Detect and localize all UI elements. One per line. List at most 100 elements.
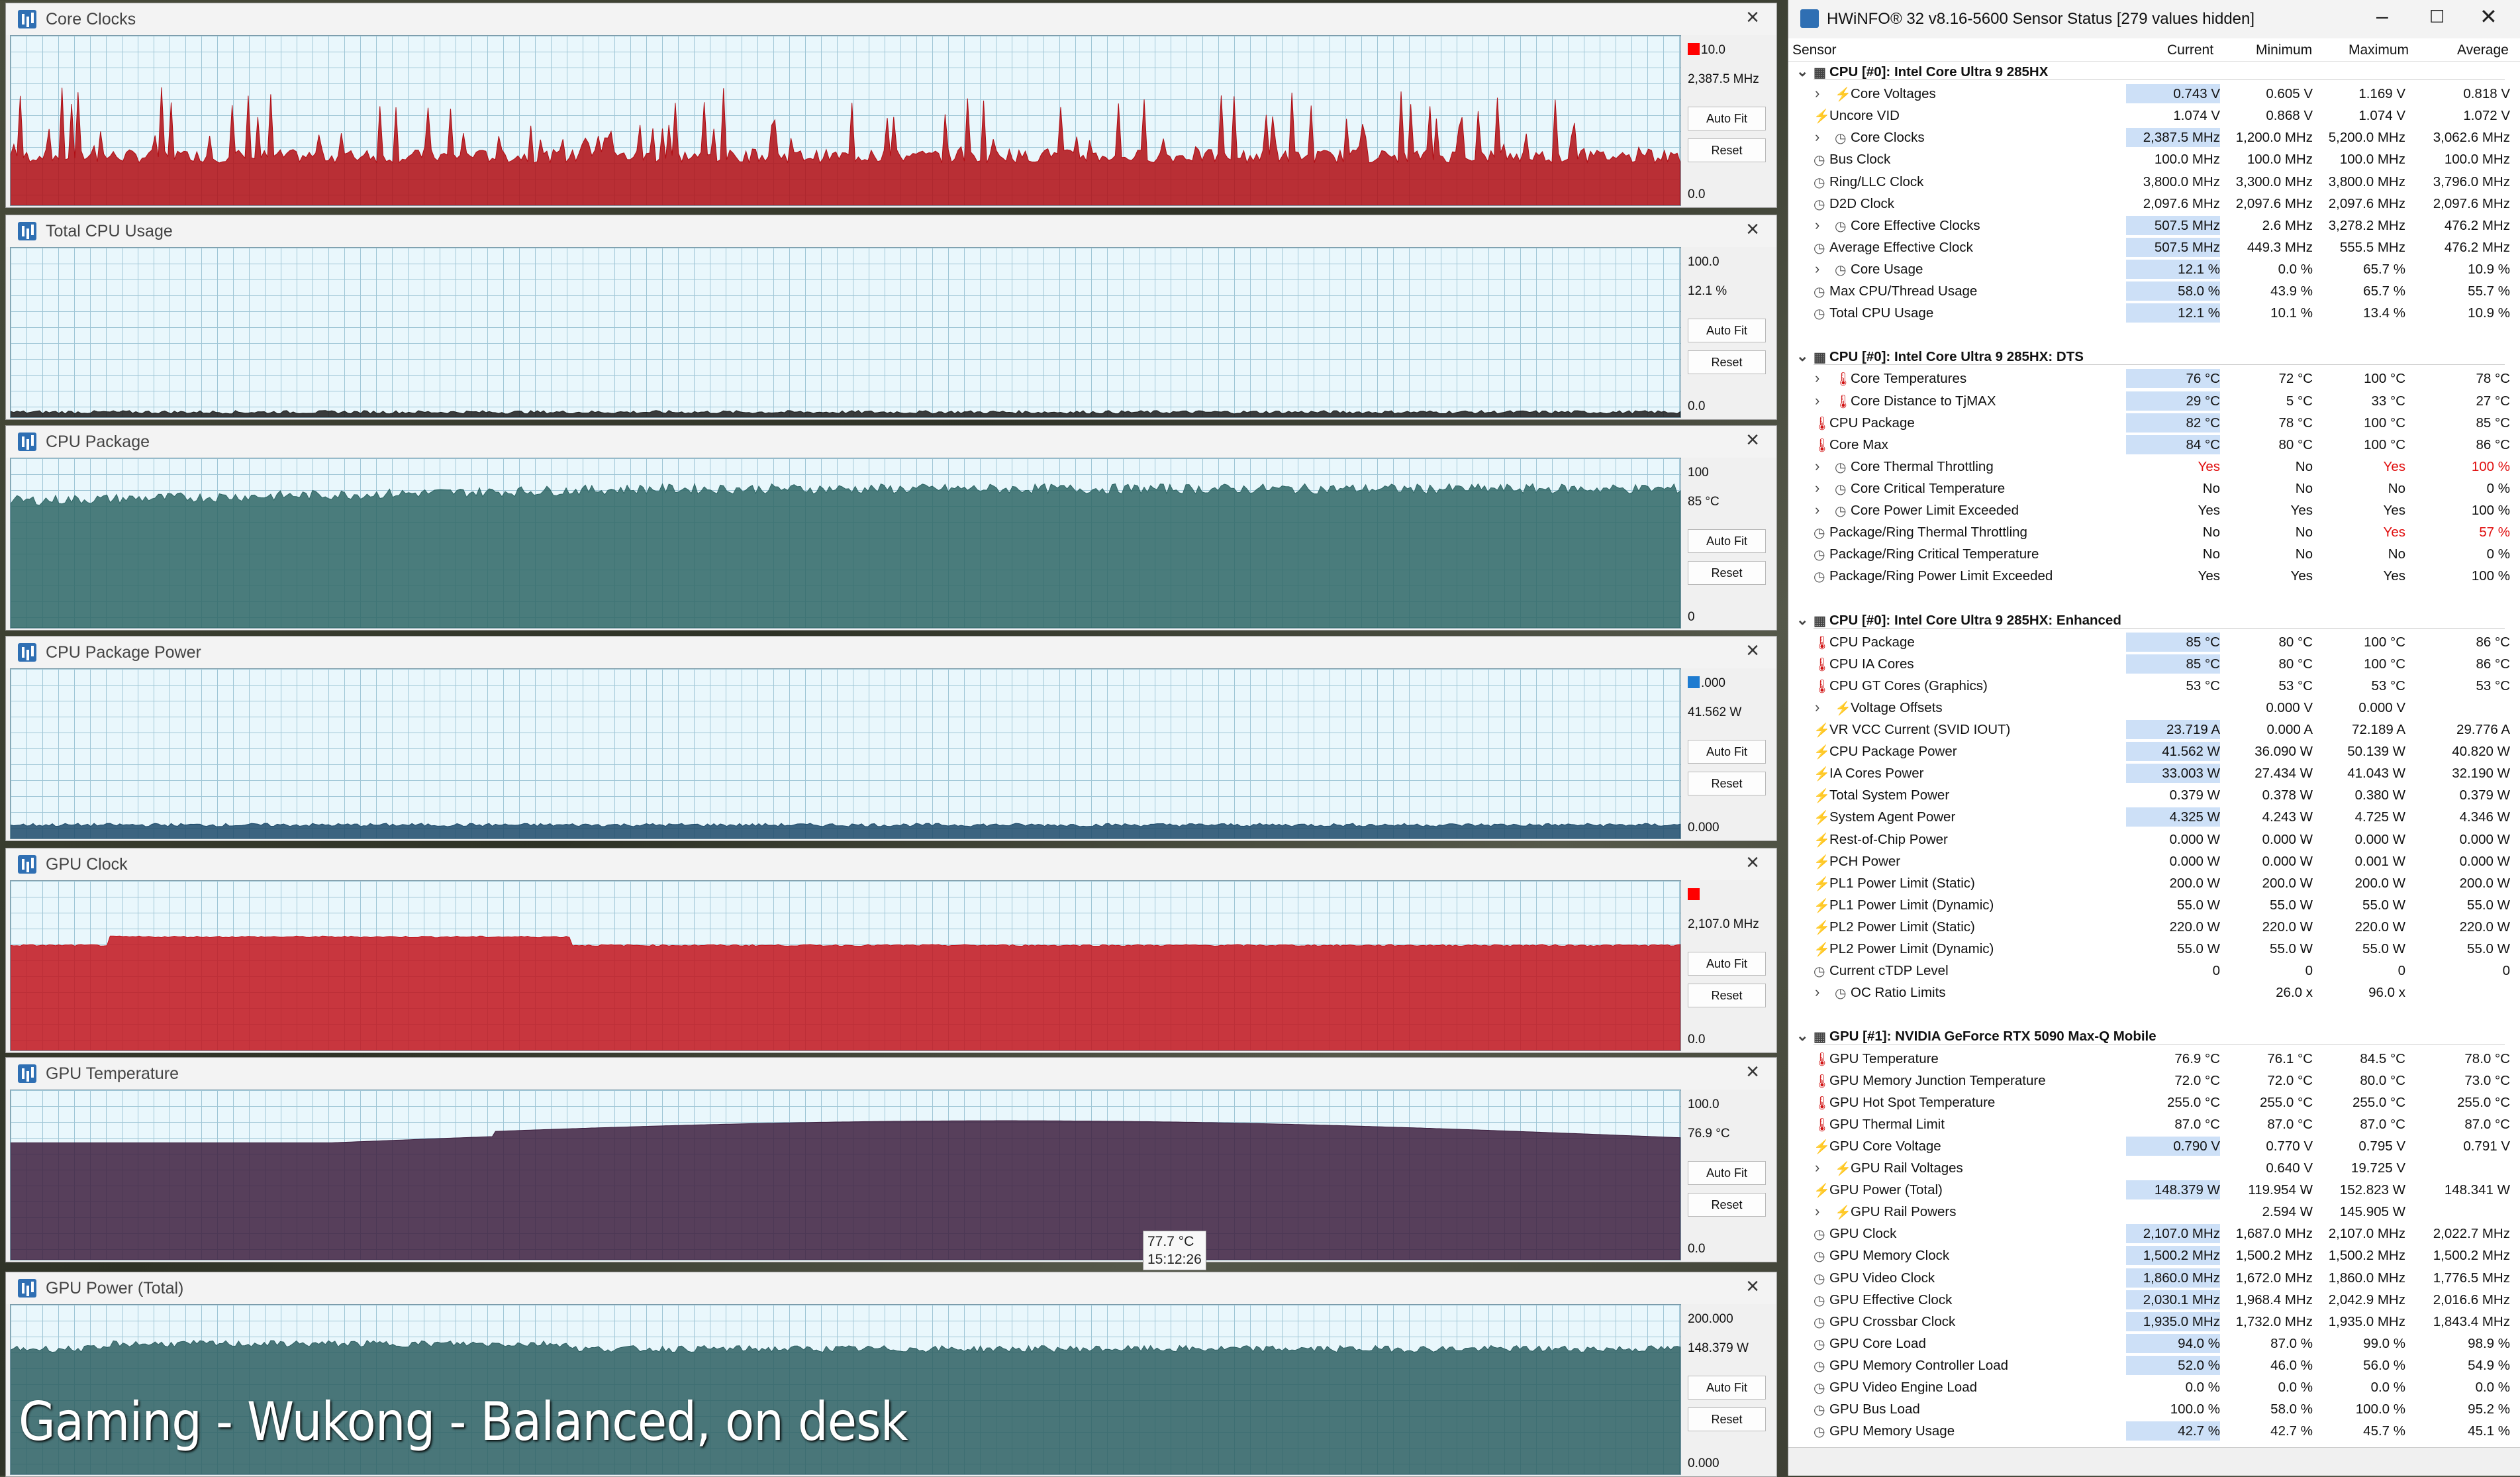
sensor-group[interactable]: ⌄ ▦ GPU [#1]: NVIDIA GeForce RTX 5090 Max-… — [1788, 1025, 2514, 1047]
graph-window[interactable]: CPU Package Power × .000 41.562 W Auto Fit Re… — [5, 636, 1777, 841]
sensor-row[interactable]: ◷ GPU Crossbar Clock 1,935.0 MHz 1,732.0 MH… — [1788, 1311, 2514, 1333]
expand-chevron-icon[interactable]: › — [1815, 370, 1819, 387]
sensor-row[interactable]: 🌡 GPU Thermal Limit 87.0 °C 87.0 °C 87.0 °C 8… — [1788, 1113, 2514, 1135]
sensor-row[interactable]: ◷ GPU Video Engine Load 0.0 % 0.0 % 0.0 % 0.0… — [1788, 1376, 2514, 1398]
auto-fit-button[interactable]: Auto Fit — [1688, 1376, 1766, 1400]
sensor-row[interactable]: ◷ GPU Bus Load 100.0 % 58.0 % 100.0 % 95.2 % — [1788, 1398, 2514, 1420]
graph-window[interactable]: Core Clocks × 10.0 2,387.5 MHz Auto Fit Reset… — [5, 3, 1777, 208]
auto-fit-button[interactable]: Auto Fit — [1688, 1161, 1766, 1185]
sensor-row[interactable]: ◷ Package/Ring Power Limit Exceeded Yes Yes… — [1788, 565, 2514, 587]
collapse-chevron-icon[interactable]: ⌄ — [1796, 611, 1808, 629]
sensor-row[interactable]: ◷ GPU Video Clock 1,860.0 MHz 1,672.0 MHz 1,… — [1788, 1267, 2514, 1289]
series-color-swatch[interactable] — [1688, 43, 1700, 55]
reset-button[interactable]: Reset — [1688, 772, 1766, 795]
graph-window[interactable]: Total CPU Usage × 100.0 12.1 % Auto Fit Reset… — [5, 215, 1777, 420]
auto-fit-button[interactable]: Auto Fit — [1688, 952, 1766, 976]
sensor-row[interactable]: ◷ Max CPU/Thread Usage 58.0 % 43.9 % 65.7 % 5… — [1788, 280, 2514, 302]
sensor-row[interactable]: ◷ Package/Ring Thermal Throttling No No Yes 5… — [1788, 521, 2514, 543]
sensor-row[interactable]: ⚡ PL2 Power Limit (Dynamic) 55.0 W 55.0 W 55… — [1788, 938, 2514, 960]
auto-fit-button[interactable]: Auto Fit — [1688, 107, 1766, 130]
sensor-row[interactable]: › 🌡 Core Temperatures 76 °C 72 °C 100 °C 78 °C — [1788, 368, 2514, 389]
close-icon[interactable]: × — [1746, 6, 1759, 28]
reset-button[interactable]: Reset — [1688, 138, 1766, 162]
col-average[interactable]: Average — [2457, 42, 2509, 58]
sensor-row[interactable]: ⚡ Uncore VID 1.074 V 0.868 V 1.074 V 1.072 V — [1788, 105, 2514, 127]
reset-button[interactable]: Reset — [1688, 1407, 1766, 1431]
sensor-row[interactable]: › ⚡ GPU Rail Powers 2.594 W 145.905 W — [1788, 1201, 2514, 1223]
sensor-group[interactable]: ⌄ ▦ CPU [#0]: Intel Core Ultra 9 285HX: En… — [1788, 609, 2514, 631]
sensor-row[interactable]: ⚡ VR VCC Current (SVID IOUT) 23.719 A 0.000… — [1788, 719, 2514, 740]
collapse-chevron-icon[interactable]: ⌄ — [1796, 348, 1808, 365]
collapse-chevron-icon[interactable]: ⌄ — [1796, 63, 1808, 80]
sensor-row[interactable]: ◷ GPU Memory Clock 1,500.2 MHz 1,500.2 MHz 1… — [1788, 1245, 2514, 1266]
sensor-row[interactable]: ◷ GPU Clock 2,107.0 MHz 1,687.0 MHz 2,107.0 … — [1788, 1223, 2514, 1245]
sensor-row[interactable]: ◷ GPU Memory Controller Load 52.0 % 46.0 % 5… — [1788, 1354, 2514, 1376]
sensor-row[interactable]: ⚡ IA Cores Power 33.003 W 27.434 W 41.043 W 3… — [1788, 762, 2514, 784]
graph-window[interactable]: CPU Package × 100 85 °C Auto Fit Reset 0 — [5, 425, 1777, 631]
graph-window[interactable]: GPU Temperature × 100.0 76.9 °C Auto Fit Rese… — [5, 1057, 1777, 1262]
series-color-swatch[interactable] — [1688, 676, 1700, 688]
sensor-row[interactable]: › ◷ OC Ratio Limits 26.0 x 96.0 x — [1788, 982, 2514, 1003]
sensor-row[interactable]: ◷ D2D Clock 2,097.6 MHz 2,097.6 MHz 2,097.6 … — [1788, 193, 2514, 215]
sensor-row[interactable]: ◷ Current cTDP Level 0 0 0 0 — [1788, 960, 2514, 982]
sensor-row[interactable]: › ⚡ GPU Rail Voltages 0.640 V 19.725 V — [1788, 1157, 2514, 1179]
col-current[interactable]: Current — [2167, 42, 2213, 58]
graph-window[interactable]: GPU Clock × 2,107.0 MHz Auto Fit Reset 0.0 — [5, 848, 1777, 1053]
expand-chevron-icon[interactable]: › — [1815, 458, 1819, 475]
reset-button[interactable]: Reset — [1688, 350, 1766, 374]
sensor-row[interactable]: ⚡ Total System Power 0.379 W 0.378 W 0.380 W… — [1788, 784, 2514, 806]
close-icon[interactable]: × — [1746, 218, 1759, 240]
sensor-row[interactable]: ⚡ System Agent Power 4.325 W 4.243 W 4.725 W… — [1788, 806, 2514, 828]
collapse-chevron-icon[interactable]: ⌄ — [1796, 1027, 1808, 1044]
expand-chevron-icon[interactable]: › — [1815, 1159, 1819, 1176]
sensor-row[interactable]: ⚡ GPU Core Voltage 0.790 V 0.770 V 0.795 V 0.… — [1788, 1135, 2514, 1157]
sensor-row[interactable]: 🌡 GPU Memory Junction Temperature 72.0 °C 7… — [1788, 1070, 2514, 1092]
sensor-row[interactable]: › ⚡ Voltage Offsets 0.000 V 0.000 V — [1788, 697, 2514, 719]
sensor-row[interactable]: 🌡 CPU IA Cores 85 °C 80 °C 100 °C 86 °C — [1788, 653, 2514, 675]
sensor-row[interactable]: › ◷ Core Power Limit Exceeded Yes Yes Yes 100 … — [1788, 499, 2514, 521]
col-minimum[interactable]: Minimum — [2256, 42, 2312, 58]
sensor-row[interactable]: ◷ GPU Effective Clock 2,030.1 MHz 1,968.4 M… — [1788, 1289, 2514, 1311]
close-icon[interactable]: × — [1746, 851, 1759, 874]
expand-chevron-icon[interactable]: › — [1815, 85, 1819, 102]
col-maximum[interactable]: Maximum — [2349, 42, 2409, 58]
auto-fit-button[interactable]: Auto Fit — [1688, 740, 1766, 764]
maximize-button[interactable]: ☐ — [2429, 7, 2445, 27]
reset-button[interactable]: Reset — [1688, 984, 1766, 1007]
expand-chevron-icon[interactable]: › — [1815, 984, 1819, 1001]
sensor-group[interactable]: ⌄ ▦ CPU [#0]: Intel Core Ultra 9 285HX: DT… — [1788, 346, 2514, 368]
sensor-row[interactable]: › ⚡ Core Voltages 0.743 V 0.605 V 1.169 V 0.81… — [1788, 83, 2514, 105]
sensor-row[interactable]: ⚡ PL1 Power Limit (Dynamic) 55.0 W 55.0 W 55… — [1788, 894, 2514, 916]
sensor-row[interactable]: 🌡 Core Max 84 °C 80 °C 100 °C 86 °C — [1788, 434, 2514, 456]
close-icon[interactable]: × — [1746, 1060, 1759, 1083]
sensor-row[interactable]: ⚡ Rest-of-Chip Power 0.000 W 0.000 W 0.000 W… — [1788, 829, 2514, 850]
sensor-row[interactable]: › ◷ Core Usage 12.1 % 0.0 % 65.7 % 10.9 % — [1788, 258, 2514, 280]
expand-chevron-icon[interactable]: › — [1815, 1203, 1819, 1220]
close-button[interactable]: ✕ — [2480, 4, 2497, 29]
sensor-group[interactable]: ⌄ ▦ CPU [#0]: Intel Core Ultra 9 285HX — [1788, 61, 2514, 83]
sensor-row[interactable]: 🌡 CPU Package 85 °C 80 °C 100 °C 86 °C — [1788, 631, 2514, 653]
expand-chevron-icon[interactable]: › — [1815, 217, 1819, 234]
sensor-row[interactable]: ◷ Ring/LLC Clock 3,800.0 MHz 3,300.0 MHz 3,8… — [1788, 171, 2514, 193]
col-sensor[interactable]: Sensor — [1792, 42, 1837, 58]
sensor-row[interactable]: › ◷ Core Effective Clocks 507.5 MHz 2.6 MHz 3… — [1788, 215, 2514, 236]
sensor-row[interactable]: ◷ Bus Clock 100.0 MHz 100.0 MHz 100.0 MHz 100… — [1788, 148, 2514, 170]
sensor-row[interactable]: 🌡 CPU Package 82 °C 78 °C 100 °C 85 °C — [1788, 412, 2514, 434]
sensor-row[interactable]: ⚡ PL2 Power Limit (Static) 220.0 W 220.0 W 2… — [1788, 916, 2514, 938]
sensor-row[interactable]: ◷ Package/Ring Critical Temperature No No No… — [1788, 543, 2514, 565]
sensor-row[interactable]: 🌡 CPU GT Cores (Graphics) 53 °C 53 °C 53 °C 5… — [1788, 675, 2514, 697]
sensor-row[interactable]: ◷ Total CPU Usage 12.1 % 10.1 % 13.4 % 10.9 % — [1788, 302, 2514, 324]
sensor-row[interactable]: ◷ GPU Memory Usage 42.7 % 42.7 % 45.7 % 45.1 … — [1788, 1420, 2514, 1442]
sensor-row[interactable]: 🌡 GPU Hot Spot Temperature 255.0 °C 255.0 °… — [1788, 1092, 2514, 1113]
expand-chevron-icon[interactable]: › — [1815, 501, 1819, 519]
sensor-row[interactable]: ⚡ PCH Power 0.000 W 0.000 W 0.001 W 0.000 W — [1788, 850, 2514, 872]
sensor-row[interactable]: 🌡 GPU Temperature 76.9 °C 76.1 °C 84.5 °C 78.… — [1788, 1048, 2514, 1070]
expand-chevron-icon[interactable]: › — [1815, 699, 1819, 716]
sensor-row[interactable]: ⚡ PL1 Power Limit (Static) 200.0 W 200.0 W 2… — [1788, 872, 2514, 894]
auto-fit-button[interactable]: Auto Fit — [1688, 319, 1766, 342]
reset-button[interactable]: Reset — [1688, 1193, 1766, 1217]
minimize-button[interactable]: – — [2376, 4, 2388, 28]
close-icon[interactable]: × — [1746, 1275, 1759, 1298]
expand-chevron-icon[interactable]: › — [1815, 480, 1819, 497]
sensor-row[interactable]: ◷ Average Effective Clock 507.5 MHz 449.3 M… — [1788, 236, 2514, 258]
